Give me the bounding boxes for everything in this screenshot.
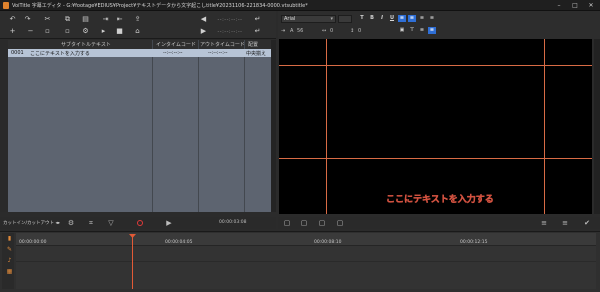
font-select-value: Arial	[284, 16, 296, 22]
grid-icon[interactable]: ▢	[318, 219, 326, 227]
stop-small-icon[interactable]: ■	[116, 28, 123, 35]
safe-area-icon[interactable]: ▢	[336, 219, 344, 227]
row-subtitle[interactable]: ここにテキストを入力する	[30, 50, 90, 57]
indent-icon[interactable]: ⇥	[281, 28, 285, 34]
format-toolbar: Arial ▾ T B I U ≡ ≡ ≡ ≡ ⇥ A 56 ↔ 0 ↕ 0 ▣…	[278, 11, 600, 39]
add-row-icon[interactable]: +	[9, 28, 16, 35]
playhead[interactable]	[132, 236, 133, 289]
align-left-button[interactable]: ≡	[398, 15, 406, 22]
out-timecode[interactable]: --:--:--:--	[210, 29, 250, 35]
align-justify-button[interactable]: ≡	[428, 15, 436, 22]
grid-scrollbar[interactable]	[271, 40, 276, 212]
merge-icon[interactable]: ⇥	[102, 16, 109, 23]
track-divider	[16, 261, 596, 262]
track-header: ▮ ✎ ♪ ▦	[2, 233, 14, 289]
audio-track-icon[interactable]: ♪	[6, 257, 13, 264]
settings-icon[interactable]: ⚙	[82, 28, 89, 35]
out-point-right-icon[interactable]: ▶	[200, 28, 207, 35]
header-subtitle[interactable]: サブタイトルテキスト	[61, 41, 111, 48]
header-in[interactable]: インタイムコード	[156, 41, 196, 48]
header-align[interactable]: 配置	[248, 41, 258, 48]
video-preview[interactable]: ここにテキストを入力する	[279, 39, 592, 214]
settings-gear-icon[interactable]: ⚙	[67, 219, 75, 227]
play-small-icon[interactable]: ▸	[100, 28, 107, 35]
row-indicator-strip	[0, 40, 8, 212]
in-timecode[interactable]: --:--:--:--	[210, 17, 250, 23]
check-list-icon[interactable]: ≡	[540, 219, 548, 227]
italic-button[interactable]: I	[378, 15, 386, 22]
spacing-icon[interactable]: ↔	[322, 28, 326, 34]
undo-icon[interactable]: ↶	[9, 16, 16, 23]
maximize-button[interactable]: □	[568, 1, 582, 10]
valign-middle-icon[interactable]: ≡	[418, 27, 426, 34]
cut-icon[interactable]: ✂	[44, 16, 51, 23]
title-safe-guide-left	[326, 39, 327, 214]
subtitle-grid: サブタイトルテキスト インタイムコード アウトタイムコード 配置 0001 ここ…	[8, 40, 271, 212]
chevron-down-icon: ▾	[330, 16, 333, 22]
record-button[interactable]	[137, 220, 143, 226]
spacing-value[interactable]: 0	[330, 28, 333, 34]
bold-button[interactable]: B	[368, 15, 376, 22]
font-size-value[interactable]: 56	[297, 28, 303, 34]
left-toolbar: ↶ ↷ ✂ ⧉ ▤ ⇥ ⇤ ⇪ ◀ --:--:--:-- ↵ + − ▫ ▫ …	[0, 11, 276, 39]
column-divider	[198, 40, 199, 212]
fit-icon[interactable]: ▢	[283, 219, 291, 227]
preview-controls: ▢ ▢ ▢ ▢ ≡ ≡ ✔	[278, 217, 600, 229]
column-divider	[152, 40, 153, 212]
window-title: VoiTitle 字幕エディタ - G:¥footage¥EDIUS¥Proje…	[12, 3, 308, 9]
close-button[interactable]: ✕	[584, 1, 598, 10]
title-bar: VoiTitle 字幕エディタ - G:¥footage¥EDIUS¥Proje…	[0, 0, 600, 11]
video-track-icon[interactable]: ▦	[6, 268, 13, 275]
tools-icon[interactable]: ⌂	[134, 28, 141, 35]
line-height-icon[interactable]: ↕	[350, 28, 354, 34]
export-icon[interactable]: ⇪	[134, 16, 141, 23]
preview-scrollbar[interactable]	[594, 39, 600, 214]
lock-icon[interactable]: ▮	[6, 235, 13, 242]
row-out[interactable]: --:--:--:--	[208, 50, 228, 56]
split-icon[interactable]: ⇤	[116, 16, 123, 23]
text-color-icon[interactable]: T	[358, 15, 366, 22]
align-right-button[interactable]: ≡	[418, 15, 426, 22]
column-divider	[244, 40, 245, 212]
valign-top-icon[interactable]: ⊤	[408, 27, 416, 34]
header-out[interactable]: アウトタイムコード	[200, 41, 245, 48]
current-timecode: 00:00:03:08	[219, 220, 247, 225]
set-out-icon[interactable]: ↵	[254, 28, 261, 35]
font-style-select[interactable]	[338, 15, 352, 23]
mode-select-value: カットイン/カットアウト	[3, 221, 55, 226]
grid-header: サブタイトルテキスト インタイムコード アウトタイムコード 配置	[8, 40, 271, 49]
font-select[interactable]: Arial ▾	[281, 15, 336, 23]
subtitle-track[interactable]	[16, 245, 596, 289]
row-index: 0001	[11, 50, 24, 56]
subtitle-track-icon[interactable]: ✎	[6, 246, 13, 253]
mode-select[interactable]: カットイン/カットアウト ◂▸	[3, 220, 60, 227]
preview-caption[interactable]: ここにテキストを入力する	[386, 192, 494, 205]
underline-button[interactable]: U	[388, 15, 396, 22]
valign-bottom-icon[interactable]: ≡	[428, 27, 436, 34]
align-center-button[interactable]: ≡	[408, 15, 416, 22]
font-size-icon[interactable]: A	[290, 28, 293, 34]
check-all-icon[interactable]: ≡	[561, 219, 569, 227]
app-logo-icon	[3, 2, 9, 9]
row-up-icon[interactable]: ▫	[44, 28, 51, 35]
marker-icon[interactable]: ▽	[107, 219, 115, 227]
timeline-ruler[interactable]	[16, 233, 596, 245]
play-icon[interactable]: ▶	[165, 219, 173, 227]
row-align[interactable]: 中央揃え	[246, 50, 266, 57]
delete-row-icon[interactable]: −	[27, 28, 34, 35]
copy-icon[interactable]: ⧉	[64, 16, 71, 23]
set-in-icon[interactable]: ↵	[254, 16, 261, 23]
row-in[interactable]: --:--:--:--	[163, 50, 183, 56]
screen-icon[interactable]: ⌗	[87, 219, 95, 227]
row-down-icon[interactable]: ▫	[64, 28, 71, 35]
paste-icon[interactable]: ▤	[82, 16, 89, 23]
title-safe-guide-right	[544, 39, 545, 214]
line-height-value[interactable]: 0	[358, 28, 361, 34]
frame-icon[interactable]: ▢	[300, 219, 308, 227]
confirm-icon[interactable]: ✔	[583, 219, 591, 227]
redo-icon[interactable]: ↷	[24, 16, 31, 23]
text-box-icon[interactable]: ▣	[398, 27, 406, 34]
in-point-left-icon[interactable]: ◀	[200, 16, 207, 23]
minimize-button[interactable]: –	[552, 1, 566, 10]
